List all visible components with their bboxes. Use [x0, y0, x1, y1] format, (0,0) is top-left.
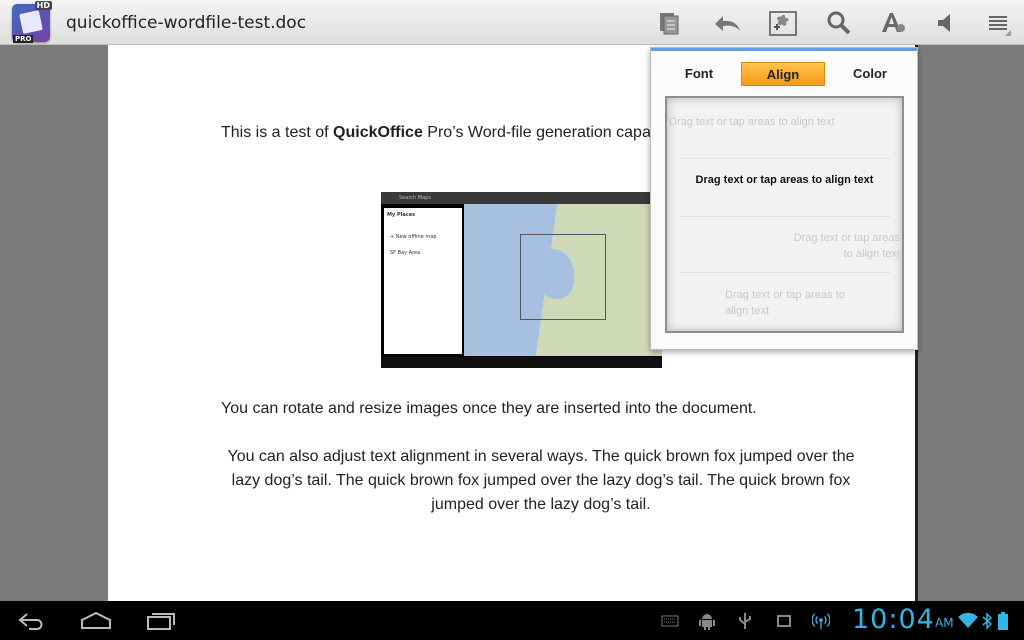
text-format-icon[interactable] — [879, 9, 907, 37]
image-side-title: My Places — [387, 212, 416, 218]
clock-ampm: AM — [935, 616, 954, 630]
align-justify-option[interactable]: Drag text or tap areas to align text — [725, 287, 845, 319]
android-debug-icon — [698, 612, 716, 630]
document-pages-icon[interactable] — [655, 9, 683, 37]
intro-bold-quickoffice: QuickOffice — [333, 124, 423, 141]
paragraph-rotate[interactable]: You can rotate and resize images once th… — [221, 397, 821, 421]
tab-color[interactable]: Color — [839, 62, 901, 86]
clock-time: 10:04 — [852, 604, 935, 635]
alignment-pad[interactable]: Drag text or tap areas to align text Dra… — [665, 96, 904, 333]
tab-font[interactable]: Font — [669, 62, 729, 86]
bluetooth-icon — [981, 612, 993, 630]
align-left-option[interactable]: Drag text or tap areas to align text — [669, 114, 869, 130]
popup-accent-line — [651, 48, 917, 51]
hotspot-icon — [812, 612, 830, 630]
align-right-line2: to align text — [843, 248, 900, 260]
option-divider — [679, 272, 890, 273]
image-side-item-1: + New offline map — [390, 234, 437, 240]
align-center-option[interactable]: Drag text or tap areas to align text — [669, 172, 900, 188]
home-icon[interactable] — [80, 609, 112, 633]
menu-icon[interactable] — [984, 9, 1012, 37]
embedded-map-image[interactable]: Search Maps My Places + New offline map … — [381, 192, 662, 368]
usb-icon — [736, 612, 754, 630]
quickoffice-app-icon[interactable]: HD PRO — [12, 1, 52, 43]
undo-icon[interactable] — [710, 9, 744, 37]
battery-icon — [996, 612, 1010, 630]
action-bar: HD PRO quickoffice-wordfile-test.doc — [0, 0, 1024, 45]
screenshot-icon — [775, 612, 793, 630]
pro-badge: PRO — [13, 35, 34, 43]
keyboard-icon — [661, 612, 679, 630]
option-divider — [679, 158, 890, 159]
image-selection-box — [520, 234, 606, 320]
image-side-item-2: SF Bay Area — [390, 250, 421, 256]
app-icon-sheet — [19, 10, 43, 34]
align-right-option[interactable]: Drag text or tap areas to align text — [669, 230, 900, 262]
image-map-area — [464, 204, 662, 356]
wifi-icon — [958, 612, 978, 630]
image-system-bar — [381, 357, 662, 368]
speaker-icon[interactable] — [932, 9, 960, 37]
format-popup: Font Align Color Drag text or tap areas … — [650, 47, 918, 350]
document-title: quickoffice-wordfile-test.doc — [66, 13, 307, 33]
paragraph-alignment[interactable]: You can also adjust text alignment in se… — [221, 445, 861, 517]
align-center-text: Drag text or tap areas to align text — [695, 174, 874, 186]
image-places-panel: My Places + New offline map SF Bay Area — [384, 208, 462, 354]
image-maps-toolbar: Search Maps — [381, 192, 662, 204]
image-search-placeholder: Search Maps — [399, 195, 431, 201]
search-icon[interactable] — [825, 9, 853, 37]
option-divider — [679, 216, 890, 217]
tab-align[interactable]: Align — [741, 62, 825, 86]
hd-badge: HD — [34, 1, 52, 10]
system-navigation-bar: 10:04 AM — [0, 601, 1024, 640]
recent-apps-icon[interactable] — [145, 609, 177, 633]
insert-image-icon[interactable] — [767, 9, 799, 37]
back-icon[interactable] — [16, 609, 48, 633]
align-right-line1: Drag text or tap areas — [793, 232, 900, 244]
intro-prefix: This is a test of — [221, 124, 334, 141]
